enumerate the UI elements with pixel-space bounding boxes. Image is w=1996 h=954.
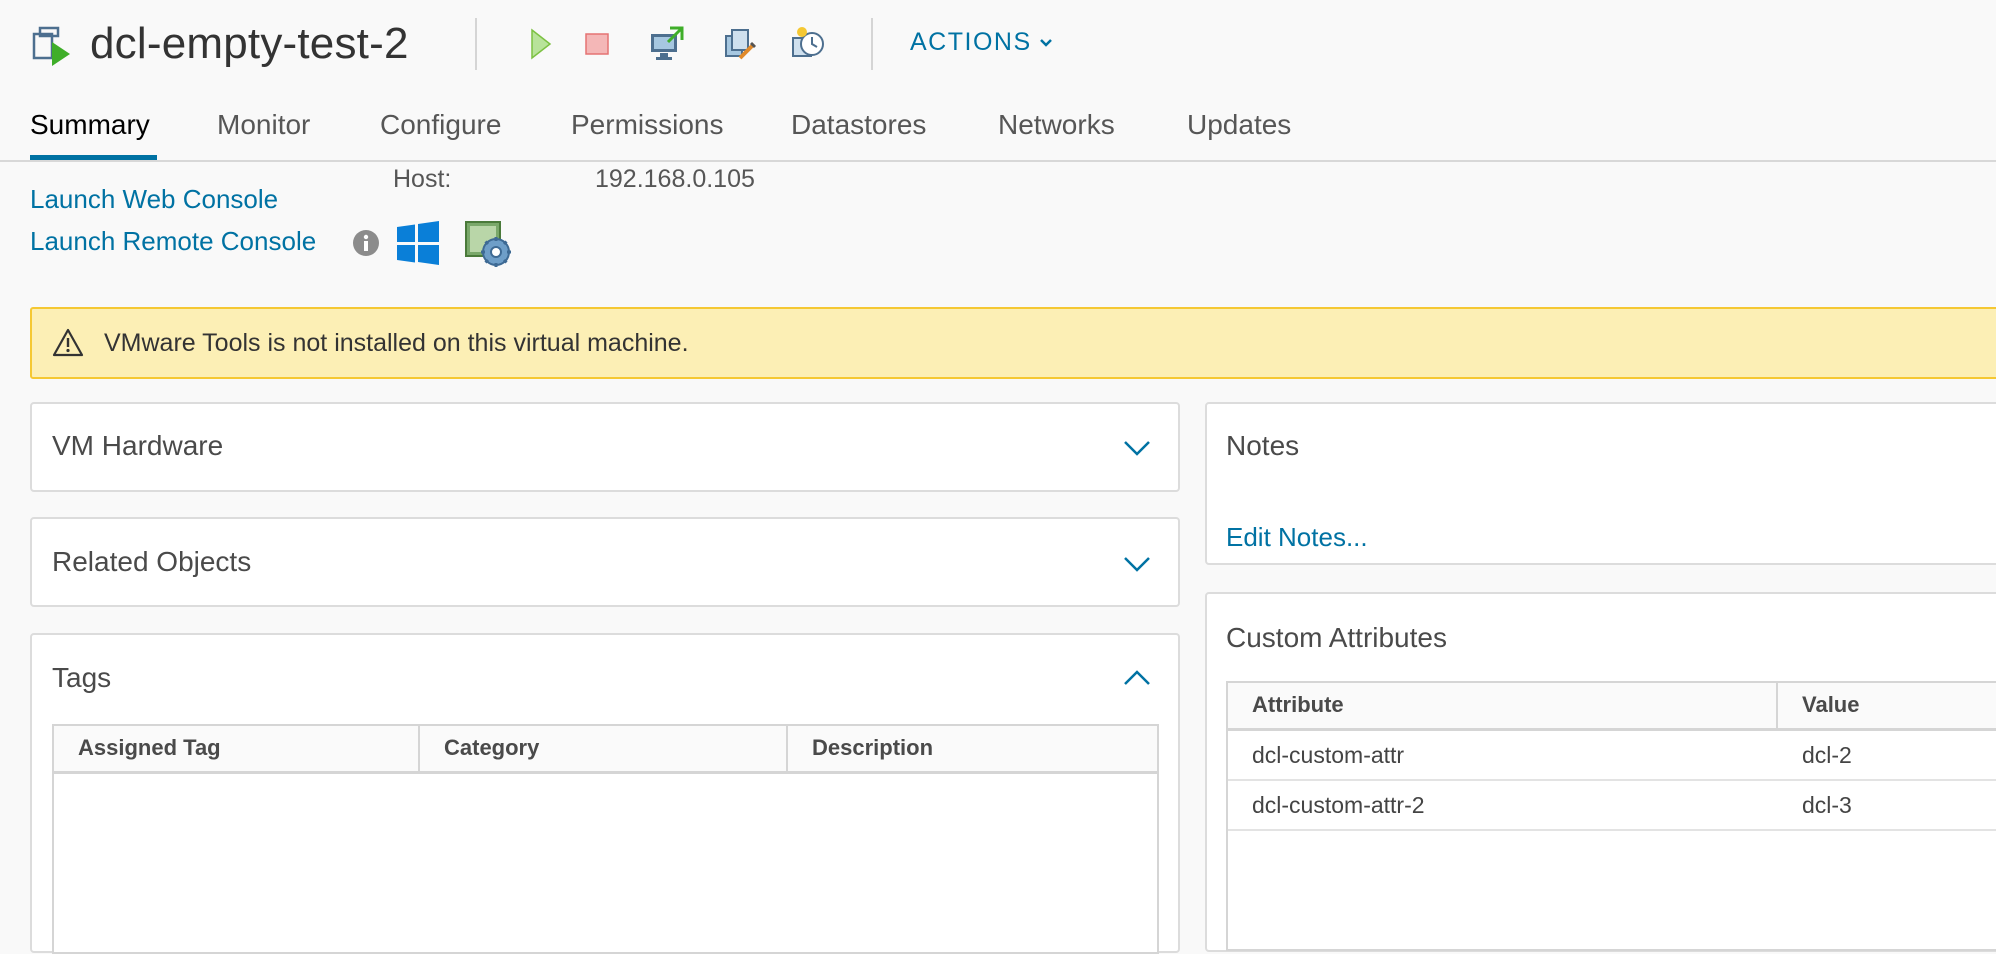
column-header-description[interactable]: Description	[788, 726, 1157, 771]
tab-configure[interactable]: Configure	[380, 108, 501, 142]
tab-summary[interactable]: Summary	[30, 108, 150, 142]
notes-title: Notes	[1226, 430, 1300, 461]
column-header-assigned-tag[interactable]: Assigned Tag	[54, 726, 420, 771]
chevron-down-icon[interactable]	[1120, 430, 1154, 464]
actions-label: ACTIONS	[910, 28, 1032, 56]
column-header-category[interactable]: Category	[420, 726, 788, 771]
attribute-cell: dcl-custom-attr	[1252, 742, 1405, 768]
tab-monitor[interactable]: Monitor	[217, 108, 310, 142]
table-row[interactable]: dcl-custom-attr-2 dcl-3	[1228, 781, 1996, 831]
tab-datastores[interactable]: Datastores	[791, 108, 926, 142]
table-row[interactable]: dcl-custom-attr dcl-2	[1228, 731, 1996, 781]
edit-notes-link[interactable]: Edit Notes...	[1226, 522, 1368, 553]
warning-icon	[52, 328, 84, 357]
attribute-cell: dcl-custom-attr-2	[1252, 792, 1425, 818]
open-console-icon[interactable]	[648, 24, 684, 64]
vm-icon	[32, 26, 70, 66]
tabs-border	[0, 160, 1996, 162]
chevron-up-icon[interactable]	[1120, 662, 1154, 696]
tags-table: Assigned Tag Category Description	[52, 724, 1159, 954]
custom-attributes-title: Custom Attributes	[1226, 622, 1447, 653]
tab-networks[interactable]: Networks	[998, 108, 1115, 142]
tags-table-header: Assigned Tag Category Description	[54, 726, 1157, 774]
value-cell: dcl-2	[1802, 742, 1852, 768]
windows-os-icon	[397, 221, 439, 265]
power-off-icon[interactable]	[580, 24, 616, 64]
actions-menu-button[interactable]: ACTIONS	[910, 28, 1054, 57]
chevron-down-icon[interactable]	[1120, 546, 1154, 580]
power-on-icon[interactable]	[522, 24, 558, 64]
snapshot-icon[interactable]	[790, 24, 826, 64]
host-label: Host:	[393, 165, 452, 193]
launch-web-console-link[interactable]: Launch Web Console	[30, 184, 278, 215]
tags-title: Tags	[52, 662, 112, 693]
migrate-icon[interactable]	[722, 24, 758, 64]
divider	[871, 18, 873, 70]
tab-permissions[interactable]: Permissions	[571, 108, 723, 142]
launch-remote-console-link[interactable]: Launch Remote Console	[30, 226, 316, 257]
tab-updates[interactable]: Updates	[1187, 108, 1291, 142]
custom-attributes-table: Attribute Value dcl-custom-attr dcl-2 dc…	[1226, 681, 1996, 951]
vm-settings-icon	[465, 221, 511, 267]
info-icon[interactable]	[352, 229, 380, 257]
column-header-attribute[interactable]: Attribute	[1228, 683, 1778, 728]
host-value: 192.168.0.105	[595, 165, 755, 193]
vm-hardware-title: VM Hardware	[52, 430, 224, 461]
custom-attributes-table-header: Attribute Value	[1228, 683, 1996, 731]
related-objects-title: Related Objects	[52, 546, 252, 577]
column-header-value[interactable]: Value	[1778, 683, 1996, 728]
value-cell: dcl-3	[1802, 792, 1852, 818]
page-title: dcl-empty-test-2	[90, 19, 409, 68]
alert-message: VMware Tools is not installed on this vi…	[104, 329, 689, 357]
divider	[475, 18, 477, 70]
chevron-down-icon	[1039, 38, 1052, 47]
